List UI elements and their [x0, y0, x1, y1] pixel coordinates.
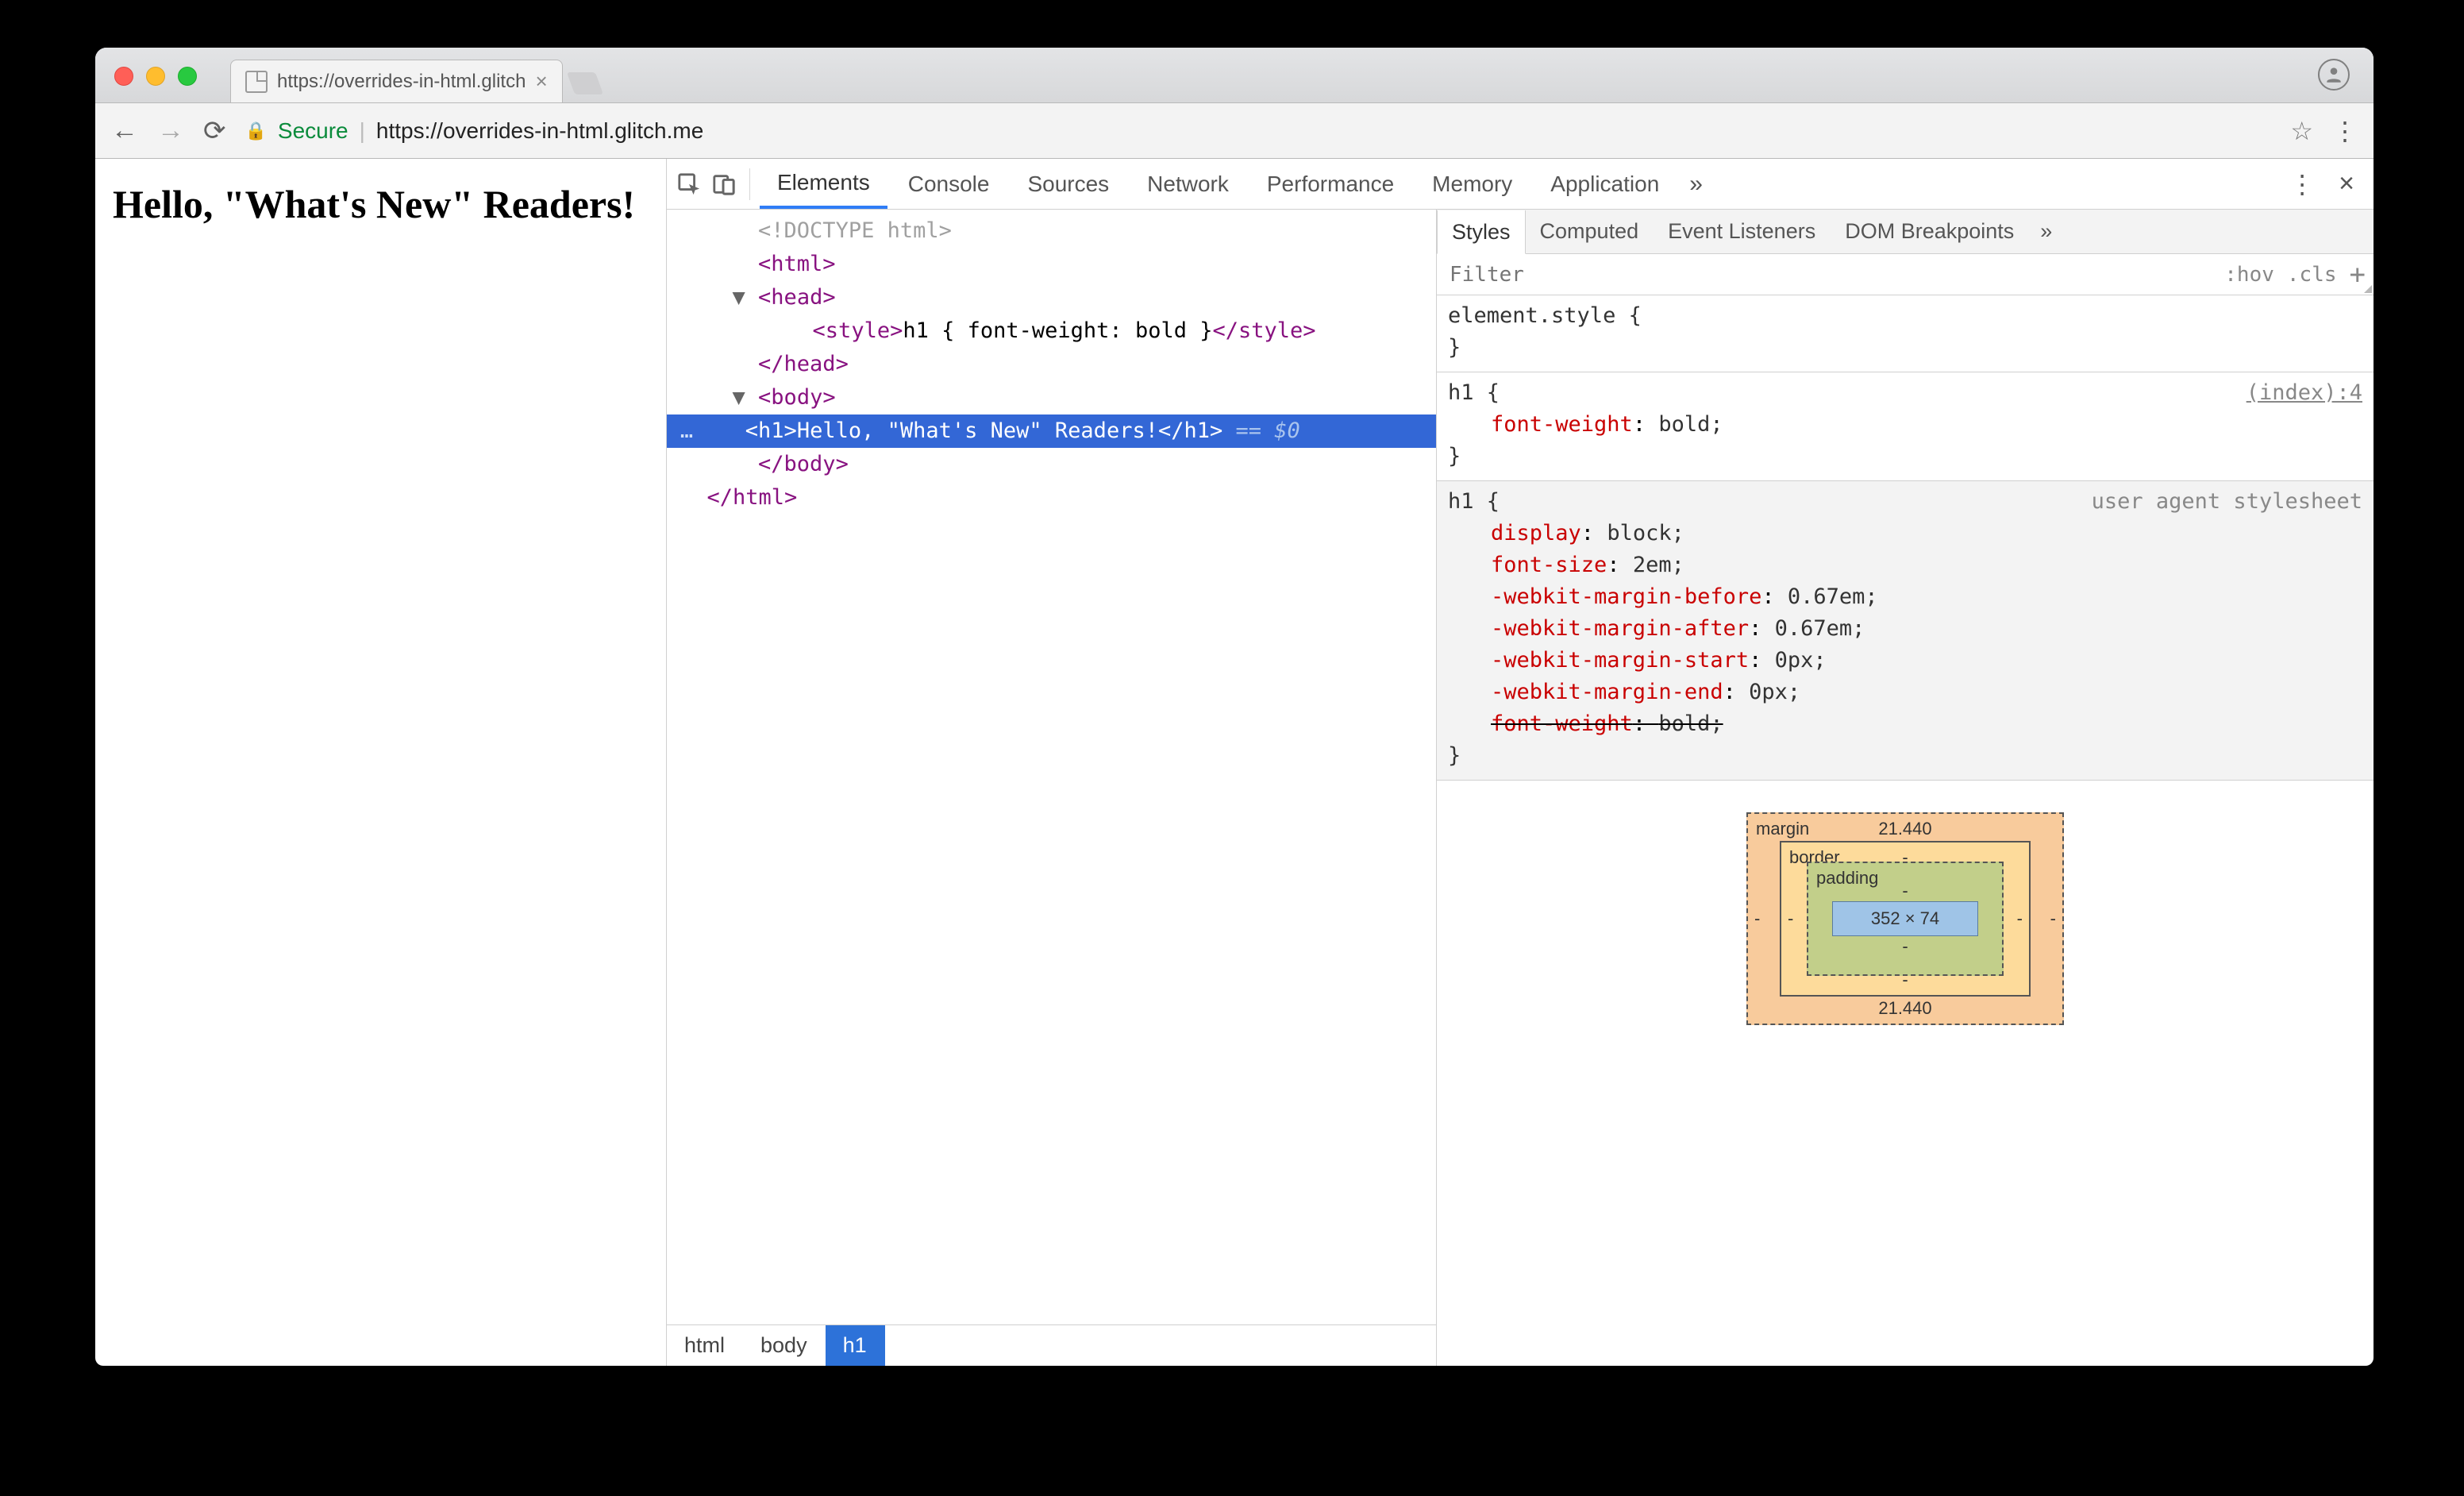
- style-rule[interactable]: (index):4h1 {font-weight: bold;}: [1437, 372, 2374, 481]
- box-model-margin[interactable]: margin 21.440 21.440 - - border - -: [1746, 812, 2064, 1025]
- browser-menu-button[interactable]: ⋮: [2332, 116, 2358, 146]
- subtabs-overflow-icon[interactable]: »: [2029, 219, 2063, 244]
- subtab-dom-breakpoints[interactable]: DOM Breakpoints: [1831, 210, 2029, 253]
- devtools-menu-button[interactable]: ⋮: [2289, 169, 2315, 199]
- secure-label: Secure: [278, 118, 348, 144]
- dom-line[interactable]: ▼ <body>: [667, 381, 1436, 414]
- margin-label: margin: [1756, 819, 1809, 839]
- tab-network[interactable]: Network: [1130, 159, 1246, 209]
- css-declaration[interactable]: -webkit-margin-start: 0px;: [1448, 645, 2362, 677]
- hov-toggle[interactable]: :hov: [2224, 263, 2274, 287]
- box-model-padding[interactable]: padding - 352 × 74 -: [1807, 862, 2004, 976]
- page-heading: Hello, "What's New" Readers!: [113, 179, 649, 229]
- styles-tabbar: Styles Computed Event Listeners DOM Brea…: [1437, 210, 2374, 254]
- css-declaration[interactable]: font-weight: bold;: [1448, 409, 2362, 441]
- tab-title: https://overrides-in-html.glitch: [277, 71, 526, 93]
- css-declaration[interactable]: font-size: 2em;: [1448, 549, 2362, 581]
- margin-left-value: -: [1754, 908, 1760, 929]
- devtools-close-button[interactable]: ×: [2339, 168, 2354, 199]
- tab-application[interactable]: Application: [1533, 159, 1677, 209]
- box-model-content[interactable]: 352 × 74: [1832, 901, 1978, 936]
- dom-line[interactable]: </html>: [667, 481, 1436, 515]
- dom-line[interactable]: <html>: [667, 248, 1436, 281]
- css-declaration[interactable]: font-weight: bold;: [1448, 708, 2362, 740]
- padding-label: padding: [1816, 868, 1878, 889]
- margin-right-value: -: [2050, 908, 2056, 929]
- devtools-tabbar: Elements Console Sources Network Perform…: [667, 159, 2374, 210]
- bookmark-star-icon[interactable]: ☆: [2290, 116, 2313, 146]
- browser-tab[interactable]: https://overrides-in-html.glitch ×: [230, 60, 563, 102]
- tab-sources[interactable]: Sources: [1010, 159, 1126, 209]
- profile-avatar-button[interactable]: [2318, 59, 2350, 91]
- page-viewport: Hello, "What's New" Readers!: [95, 159, 667, 1366]
- dom-line[interactable]: … <h1>Hello, "What's New" Readers!</h1> …: [667, 414, 1436, 448]
- dom-line[interactable]: ▼ <head>: [667, 281, 1436, 314]
- device-toolbar-icon[interactable]: [708, 168, 740, 200]
- subtab-event-listeners[interactable]: Event Listeners: [1654, 210, 1831, 253]
- window-controls: [114, 67, 197, 86]
- tab-console[interactable]: Console: [891, 159, 1007, 209]
- rule-source: user agent stylesheet: [2092, 486, 2362, 518]
- resize-corner-icon: [2364, 285, 2372, 293]
- style-rule[interactable]: element.style {}: [1437, 295, 2374, 372]
- styles-filter-row: :hov .cls +: [1437, 254, 2374, 295]
- back-button[interactable]: ←: [111, 115, 138, 146]
- css-declaration[interactable]: display: block;: [1448, 518, 2362, 549]
- dom-line[interactable]: <!DOCTYPE html>: [667, 214, 1436, 248]
- elements-column: <!DOCTYPE html> <html> ▼ <head> <style>h…: [667, 210, 1437, 1366]
- tab-elements[interactable]: Elements: [760, 159, 887, 209]
- breadcrumb-body[interactable]: body: [743, 1325, 826, 1366]
- box-model-border[interactable]: border - - - - padding - 352 × 74: [1780, 841, 2031, 997]
- tab-close-icon[interactable]: ×: [535, 69, 547, 94]
- css-declaration[interactable]: -webkit-margin-before: 0.67em;: [1448, 581, 2362, 613]
- new-style-rule-button[interactable]: +: [2350, 259, 2366, 291]
- css-declaration[interactable]: -webkit-margin-end: 0px;: [1448, 677, 2362, 708]
- devtools-panel: Elements Console Sources Network Perform…: [667, 159, 2374, 1366]
- lock-icon: 🔒: [245, 121, 267, 141]
- dom-line[interactable]: <style>h1 { font-weight: bold }</style>: [667, 314, 1436, 348]
- new-tab-button[interactable]: [567, 72, 603, 94]
- rule-source[interactable]: (index):4: [2246, 377, 2362, 409]
- forward-button[interactable]: →: [157, 115, 184, 146]
- tabs-overflow-icon[interactable]: »: [1680, 171, 1712, 198]
- breadcrumb-html[interactable]: html: [667, 1325, 743, 1366]
- browser-tabstrip: https://overrides-in-html.glitch ×: [95, 48, 2374, 103]
- dom-line[interactable]: </head>: [667, 348, 1436, 381]
- dom-line[interactable]: </body>: [667, 448, 1436, 481]
- dom-tree[interactable]: <!DOCTYPE html> <html> ▼ <head> <style>h…: [667, 210, 1436, 1324]
- breadcrumb: htmlbodyh1: [667, 1324, 1436, 1366]
- separator: |: [360, 118, 365, 144]
- browser-toolbar: ← → ⟳ 🔒 Secure | https://overrides-in-ht…: [95, 103, 2374, 159]
- page-favicon-icon: [245, 71, 268, 93]
- border-left-value: -: [1788, 908, 1793, 929]
- tab-performance[interactable]: Performance: [1249, 159, 1411, 209]
- breadcrumb-h1[interactable]: h1: [826, 1325, 885, 1366]
- window-minimize-button[interactable]: [146, 67, 165, 86]
- subtab-computed[interactable]: Computed: [1526, 210, 1654, 253]
- reload-button[interactable]: ⟳: [203, 115, 226, 147]
- window-close-button[interactable]: [114, 67, 133, 86]
- url-host: https://overrides-in-html.glitch.me: [376, 118, 703, 144]
- margin-bottom-value: 21.440: [1878, 998, 1931, 1019]
- subtab-styles[interactable]: Styles: [1437, 210, 1526, 254]
- browser-window: https://overrides-in-html.glitch × ← → ⟳…: [95, 48, 2374, 1366]
- separator: [749, 168, 750, 200]
- box-model: margin 21.440 21.440 - - border - -: [1437, 781, 2374, 1366]
- styles-column: Styles Computed Event Listeners DOM Brea…: [1437, 210, 2374, 1366]
- inspect-element-icon[interactable]: [673, 168, 705, 200]
- padding-bottom-value: -: [1902, 936, 1908, 956]
- styles-rules: element.style {}(index):4h1 {font-weight…: [1437, 295, 2374, 781]
- border-right-value: -: [2017, 908, 2023, 929]
- margin-top-value: 21.440: [1878, 819, 1931, 839]
- padding-top-value: -: [1902, 881, 1908, 900]
- window-zoom-button[interactable]: [178, 67, 197, 86]
- cls-toggle[interactable]: .cls: [2287, 263, 2337, 287]
- tab-memory[interactable]: Memory: [1415, 159, 1530, 209]
- style-rule[interactable]: user agent stylesheeth1 {display: block;…: [1437, 481, 2374, 781]
- css-declaration[interactable]: -webkit-margin-after: 0.67em;: [1448, 613, 2362, 645]
- address-bar[interactable]: 🔒 Secure | https://overrides-in-html.gli…: [245, 116, 2314, 146]
